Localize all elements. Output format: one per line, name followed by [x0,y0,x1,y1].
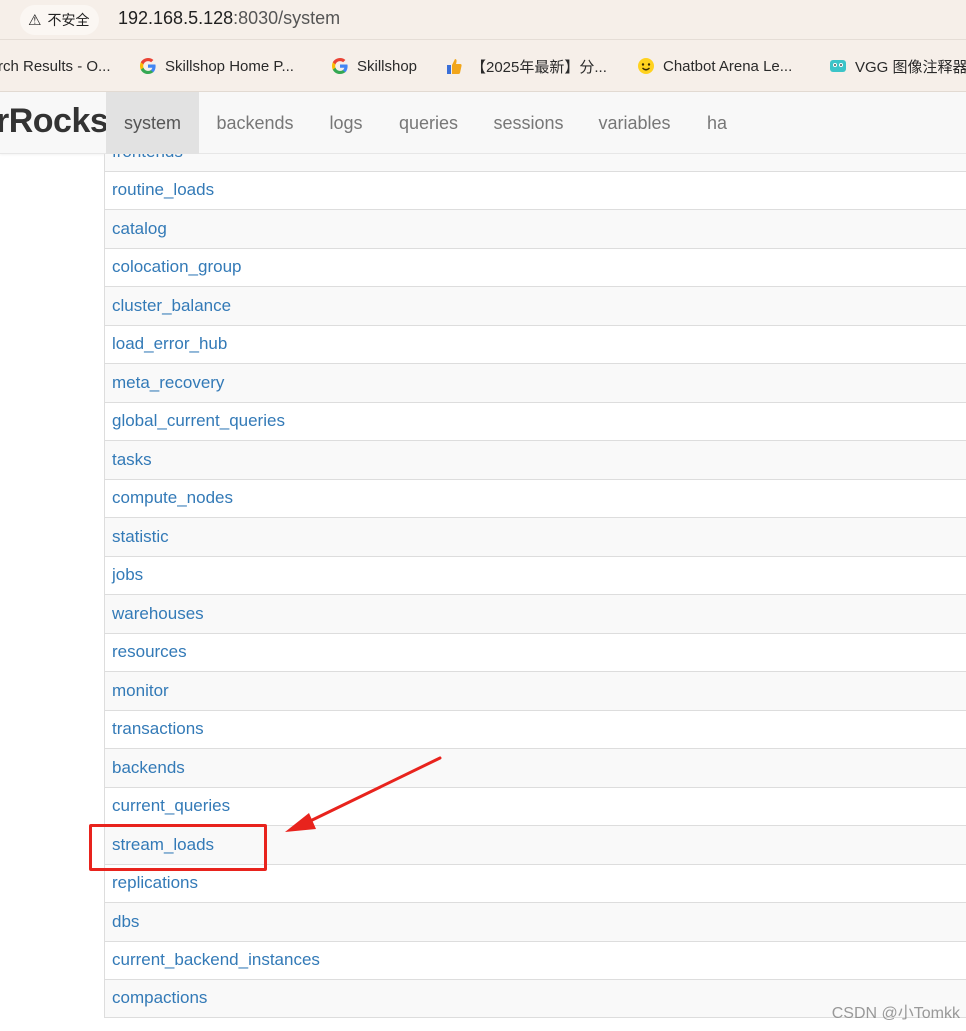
url-path: :8030/system [233,8,341,28]
bookmark-item[interactable]: Skillshop Home P... [138,54,294,78]
row-link[interactable]: tasks [112,450,152,470]
watermark: CSDN @小Tomkk [831,1005,960,1022]
table-row: tasks [105,440,966,479]
row-link[interactable]: frontends [112,154,183,162]
brand-logo[interactable]: rRocks [0,102,109,141]
security-indicator[interactable]: ⚠ 不安全 [20,5,100,35]
row-link[interactable]: colocation_group [112,257,241,277]
row-link[interactable]: current_backend_instances [112,950,320,970]
hugging-face-icon [636,56,656,76]
row-link[interactable]: routine_loads [112,180,214,200]
row-link[interactable]: replications [112,873,198,893]
address-bar[interactable]: ⚠ 不安全 192.168.5.128:8030/system [0,0,966,40]
row-link[interactable]: compute_nodes [112,488,233,508]
table-row-stream-loads: stream_loads [105,825,966,864]
row-link[interactable]: monitor [112,681,169,701]
bookmark-item[interactable]: rch Results - O... [0,54,111,78]
table-row: replications [105,863,966,902]
row-link[interactable]: jobs [112,565,143,585]
tab-logs[interactable]: logs [311,92,381,154]
table-row: current_backend_instances [105,940,966,979]
url-host: 192.168.5.128 [118,8,234,28]
row-link[interactable]: resources [112,642,187,662]
row-link[interactable]: warehouses [112,604,204,624]
table-row: resources [105,632,966,671]
row-link[interactable]: meta_recovery [112,373,224,393]
row-link[interactable]: current_queries [112,796,230,816]
bookmark-item[interactable]: VGG 图像注释器 [828,54,966,78]
bookmark-label: Skillshop [357,57,418,75]
thumbs-up-icon [444,56,464,76]
bookmark-label: 【2025年最新】分... [471,58,607,76]
table-row: backends [105,748,966,787]
bookmark-label: VGG 图像注释器 [855,58,966,76]
table-row: dbs [105,902,966,941]
table-row: monitor [105,671,966,710]
bookmark-item[interactable]: Chatbot Arena Le... [636,54,792,78]
table-row: jobs [105,555,966,594]
tab-sessions[interactable]: sessions [476,92,581,154]
table-row: current_queries [105,786,966,825]
url-field[interactable]: 192.168.5.128:8030/system [118,8,340,29]
tab-system[interactable]: system [106,92,199,154]
row-link[interactable]: dbs [112,912,139,932]
table-row: colocation_group [105,247,966,286]
bookmark-label: rch Results - O... [0,57,111,75]
table-row: cluster_balance [105,286,966,325]
table-row: frontends [105,154,966,171]
table-row: compute_nodes [105,478,966,517]
bookmarks-bar: rch Results - O... Skillshop Home P... S… [0,40,966,92]
tab-queries[interactable]: queries [381,92,476,154]
security-label: 不安全 [47,13,90,29]
table-row: load_error_hub [105,324,966,363]
bookmark-item[interactable]: Skillshop [330,54,417,78]
row-link[interactable]: catalog [112,219,167,239]
table-row: statistic [105,517,966,556]
row-link[interactable]: compactions [112,988,207,1008]
system-table-container[interactable]: frontends routine_loads catalog colocati… [0,154,966,1031]
tab-ha[interactable]: ha [688,92,746,154]
table-row: meta_recovery [105,363,966,402]
table-row: global_current_queries [105,401,966,440]
bookmark-label: Skillshop Home P... [165,57,294,75]
vgg-icon [828,56,848,76]
bookmark-item[interactable]: 【2025年最新】分... [444,54,607,78]
row-link[interactable]: backends [112,758,185,778]
table-row: transactions [105,709,966,748]
row-link[interactable]: global_current_queries [112,411,285,431]
google-icon [138,56,158,76]
table-row: routine_loads [105,170,966,209]
tab-variables[interactable]: variables [581,92,688,154]
bookmark-label: Chatbot Arena Le... [663,57,793,75]
app-navbar: rRocks system backends logs queries sess… [0,92,966,154]
warning-icon: ⚠ [28,11,42,29]
row-link[interactable]: load_error_hub [112,334,227,354]
table-row: catalog [105,209,966,248]
row-link[interactable]: cluster_balance [112,296,231,316]
tab-backends[interactable]: backends [199,92,311,154]
system-table: frontends routine_loads catalog colocati… [104,154,966,1018]
google-icon [330,56,350,76]
table-row: warehouses [105,594,966,633]
row-link-stream-loads[interactable]: stream_loads [112,835,214,855]
row-link[interactable]: transactions [112,719,204,739]
row-link[interactable]: statistic [112,527,169,547]
